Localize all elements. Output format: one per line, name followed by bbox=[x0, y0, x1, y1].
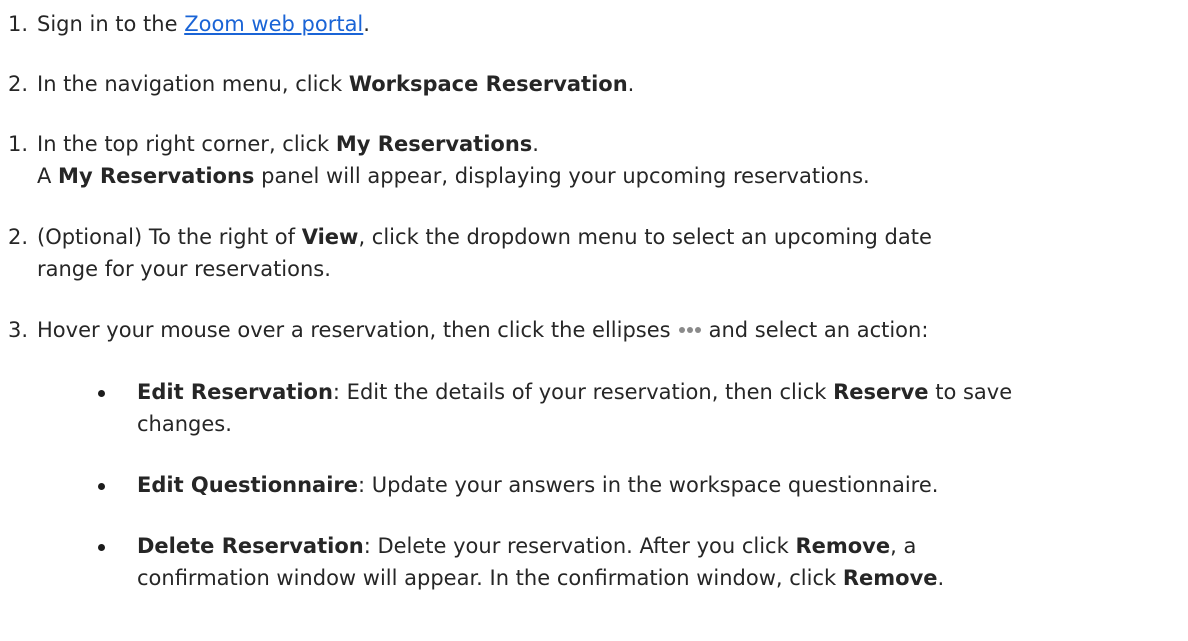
step-text: In the navigation menu, click bbox=[37, 72, 349, 96]
my-reservations-panel-label: My Reservations bbox=[58, 164, 255, 188]
edit-reservation-label: Edit Reservation bbox=[137, 380, 333, 404]
zoom-web-portal-link[interactable]: Zoom web portal bbox=[184, 12, 363, 36]
remove-label: Remove bbox=[795, 534, 891, 558]
step-number: 3. bbox=[8, 318, 29, 342]
step-number: 2. bbox=[8, 225, 29, 249]
ellipsis-icon bbox=[675, 325, 705, 335]
view-label: View bbox=[301, 225, 359, 249]
reserve-label: Reserve bbox=[833, 380, 929, 404]
workspace-reservation-label: Workspace Reservation bbox=[348, 72, 628, 96]
step-number: 2. bbox=[8, 72, 29, 96]
bullet-icon bbox=[98, 390, 105, 397]
step-text: Sign in to the bbox=[37, 12, 185, 36]
delete-reservation-label: Delete Reservation bbox=[137, 534, 364, 558]
remove-confirm-label: Remove bbox=[842, 566, 938, 590]
my-reservations-label: My Reservations bbox=[335, 132, 533, 156]
edit-questionnaire-label: Edit Questionnaire bbox=[137, 473, 359, 497]
bullet-icon bbox=[98, 544, 105, 551]
step-number: 1. bbox=[8, 132, 29, 156]
bullet-icon bbox=[98, 483, 105, 490]
step-number: 1. bbox=[8, 12, 29, 36]
